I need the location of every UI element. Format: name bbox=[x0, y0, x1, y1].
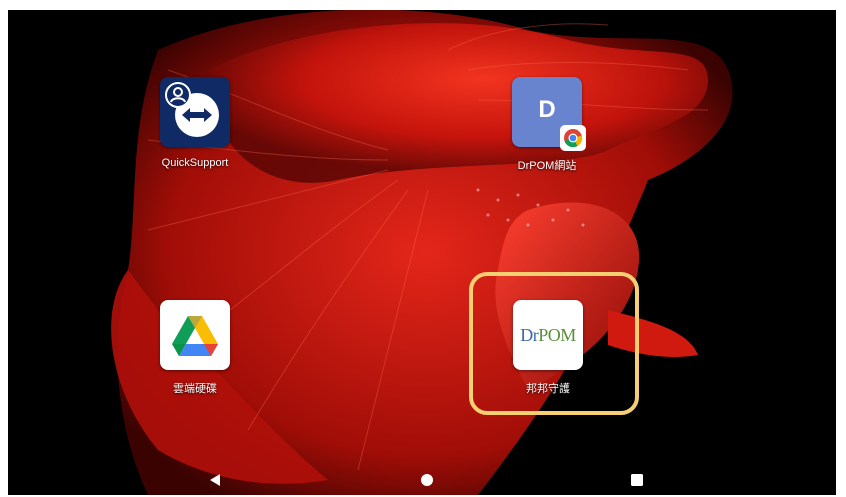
logo-dr: Dr bbox=[520, 324, 539, 345]
app-label: 邦邦守護 bbox=[526, 383, 570, 395]
back-icon[interactable] bbox=[207, 472, 223, 488]
app-drpom-web[interactable]: D DrPOM網站 bbox=[487, 77, 607, 173]
app-google-drive[interactable]: 雲端硬碟 bbox=[135, 300, 255, 396]
app-quicksupport[interactable]: QuickSupport bbox=[135, 77, 255, 169]
recents-icon[interactable] bbox=[629, 472, 645, 488]
teamviewer-quicksupport-icon bbox=[160, 77, 230, 147]
drpom-logo-text: DrPOM bbox=[520, 325, 576, 346]
home-screen: QuickSupport D DrPOM網站 雲端硬碟 DrPOM 邦邦守護 bbox=[8, 10, 836, 495]
home-icon[interactable] bbox=[419, 472, 435, 488]
app-label: DrPOM網站 bbox=[517, 160, 577, 172]
app-label: 雲端硬碟 bbox=[173, 383, 217, 395]
chrome-icon bbox=[560, 125, 586, 151]
app-label: QuickSupport bbox=[161, 157, 229, 169]
app-bangbang-guard[interactable]: DrPOM 邦邦守護 bbox=[488, 300, 608, 396]
betta-fish-wallpaper bbox=[8, 10, 836, 495]
logo-pom: POM bbox=[538, 324, 576, 345]
navigation-bar bbox=[8, 465, 836, 495]
google-drive-icon bbox=[160, 300, 230, 370]
drpom-web-shortcut-icon: D bbox=[512, 77, 586, 151]
drpom-logo-icon: DrPOM bbox=[513, 300, 583, 370]
